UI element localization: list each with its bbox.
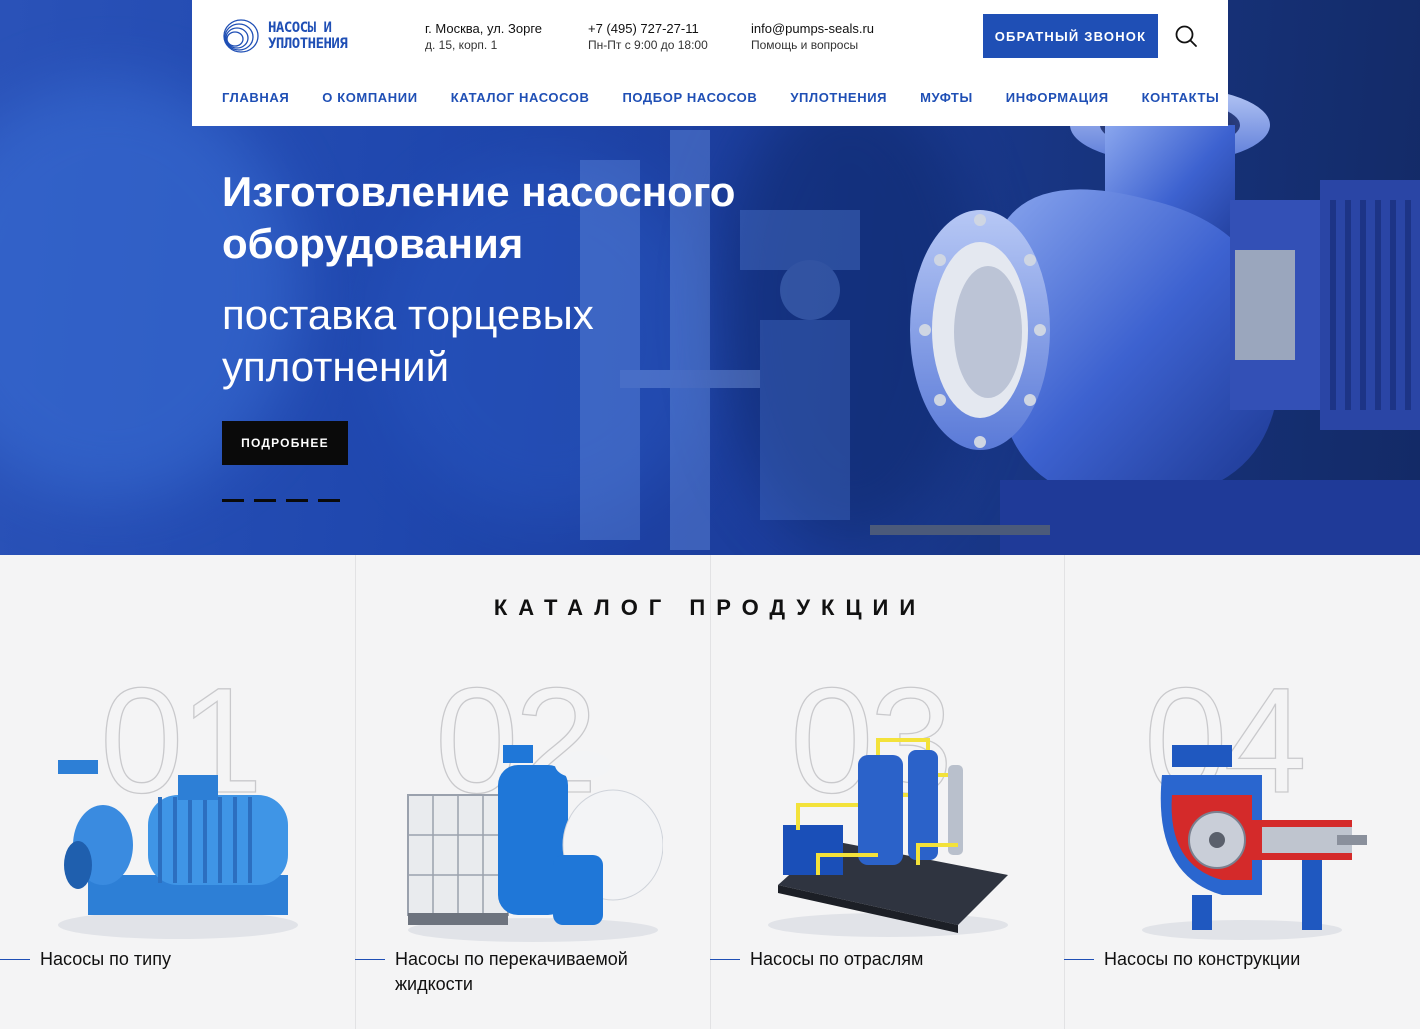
slider-dot[interactable] — [286, 499, 308, 502]
callback-button[interactable]: ОБРАТНЫЙ ЗВОНОК — [983, 14, 1158, 58]
hero-pump-image — [870, 87, 1420, 555]
card-accent-line — [0, 959, 30, 960]
slider-dot[interactable] — [254, 499, 276, 502]
card-label[interactable]: Насосы по конструкции — [1104, 947, 1394, 972]
card-label[interactable]: Насосы по отраслям — [750, 947, 1040, 972]
logo-rings-icon — [223, 19, 259, 53]
main-nav: ГЛАВНАЯ О КОМПАНИИ КАТАЛОГ НАСОСОВ ПОДБО… — [222, 90, 1219, 105]
nav-item-about[interactable]: О КОМПАНИИ — [322, 90, 417, 105]
catalog-card-pumps-by-type[interactable]: 01 Насосы по типу — [0, 664, 355, 1029]
nav-item-home[interactable]: ГЛАВНАЯ — [222, 90, 289, 105]
search-icon[interactable] — [1174, 24, 1198, 48]
working-hours: Пн-Пт с 9:00 до 18:00 — [588, 38, 708, 52]
centrifugal-pump-image — [57, 760, 298, 939]
cutaway-pump-image — [1141, 745, 1367, 940]
site-header: НАСОСЫ И УПЛОТНЕНИЯ г. Москва, ул. Зорге… — [192, 0, 1228, 126]
nav-item-pump-selection[interactable]: ПОДБОР НАСОСОВ — [622, 90, 757, 105]
nav-item-pump-catalog[interactable]: КАТАЛОГ НАСОСОВ — [451, 90, 590, 105]
slider-dot[interactable] — [318, 499, 340, 502]
catalog-card-pumps-by-industry[interactable]: 03 Насосы по отраслям — [710, 664, 1065, 1029]
email-link[interactable]: info@pumps-seals.ru — [751, 21, 874, 37]
logo-line-1: НАСОСЫ И — [268, 20, 332, 36]
hero-title: Изготовление насосного оборудования — [222, 168, 736, 267]
card-accent-line — [1064, 959, 1094, 960]
nav-item-contacts[interactable]: КОНТАКТЫ — [1142, 90, 1220, 105]
card-accent-line — [355, 959, 385, 960]
catalog-title: КАТАЛОГ ПРОДУКЦИИ — [493, 595, 927, 620]
nav-item-seals[interactable]: УПЛОТНЕНИЯ — [790, 90, 887, 105]
address-block: г. Москва, ул. Зорге д. 15, корп. 1 — [425, 21, 542, 53]
nav-item-couplings[interactable]: МУФТЫ — [920, 90, 973, 105]
catalog-card-pumps-by-liquid[interactable]: 02 Насосы по перекачиваемой жидкости — [355, 664, 710, 1029]
industrial-unit-image — [767, 738, 1008, 937]
slider-pagination — [222, 499, 340, 502]
address-sub: д. 15, корп. 1 — [425, 38, 498, 52]
email-block: info@pumps-seals.ru Помощь и вопросы — [751, 21, 874, 53]
email-caption: Помощь и вопросы — [751, 38, 859, 52]
card-label[interactable]: Насосы по типу — [40, 947, 330, 972]
logo-line-2: УПЛОТНЕНИЯ — [268, 36, 348, 52]
card-label[interactable]: Насосы по перекачиваемой жидкости — [395, 947, 685, 997]
phone-link[interactable]: +7 (495) 727-27-11 — [588, 21, 708, 37]
product-catalog: КАТАЛОГ ПРОДУКЦИИ 01 Насосы по типу 02 Н… — [0, 555, 1420, 1029]
liquid-containers-image — [406, 745, 663, 942]
phone-block: +7 (495) 727-27-11 Пн-Пт с 9:00 до 18:00 — [588, 21, 708, 53]
slider-dot[interactable] — [222, 499, 244, 502]
hero-subtitle: поставка торцевых уплотнений — [222, 291, 594, 390]
nav-item-information[interactable]: ИНФОРМАЦИЯ — [1006, 90, 1109, 105]
card-accent-line — [710, 959, 740, 960]
address-main: г. Москва, ул. Зорге — [425, 21, 543, 36]
hero-banner: НАСОСЫ И УПЛОТНЕНИЯ г. Москва, ул. Зорге… — [0, 0, 1420, 555]
more-button[interactable]: ПОДРОБНЕЕ — [222, 421, 348, 465]
logo-text: НАСОСЫ И УПЛОТНЕНИЯ — [268, 20, 348, 52]
catalog-card-pumps-by-construction[interactable]: 04 Насосы по конструкции — [1064, 664, 1419, 1029]
site-logo[interactable]: НАСОСЫ И УПЛОТНЕНИЯ — [222, 17, 348, 55]
